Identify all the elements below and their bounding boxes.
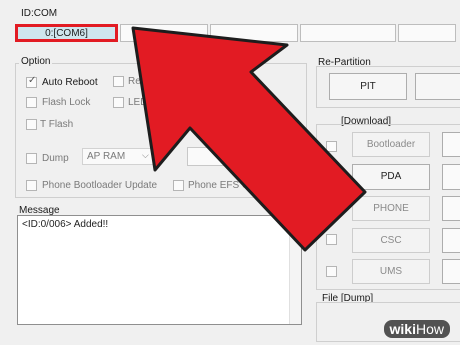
arrow-annotation-icon: [131, 26, 367, 252]
watermark-part1: wiki: [389, 321, 416, 337]
wikihow-watermark: wikiHow: [383, 320, 450, 338]
watermark-part2: How: [415, 321, 444, 337]
